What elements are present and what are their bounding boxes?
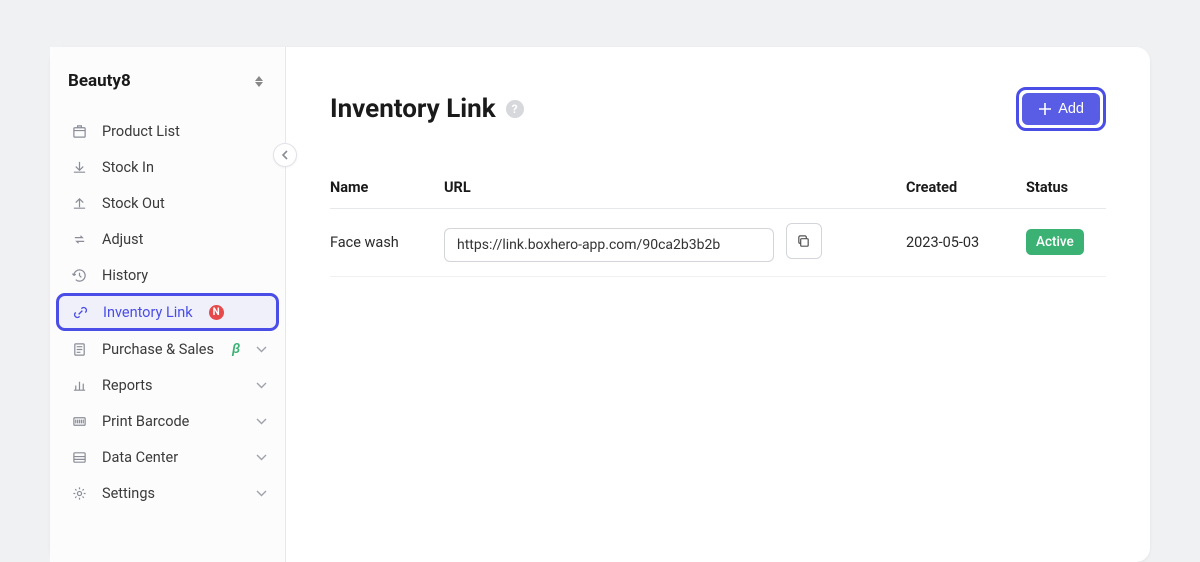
sidebar-item-label: Stock In (102, 159, 154, 176)
page-title-wrap: Inventory Link ? (330, 94, 524, 124)
beta-badge: β (232, 341, 240, 357)
workspace-name: Beauty8 (68, 71, 131, 91)
chevron-down-icon (256, 454, 267, 461)
sidebar-item-label: History (102, 267, 148, 284)
gear-icon (70, 484, 88, 502)
sidebar-item-label: Adjust (102, 231, 143, 248)
add-button-label: Add (1058, 101, 1084, 117)
sidebar-item-print-barcode[interactable]: Print Barcode (50, 403, 285, 439)
status-badge: Active (1026, 229, 1084, 255)
sidebar-item-adjust[interactable]: Adjust (50, 221, 285, 257)
sidebar-item-reports[interactable]: Reports (50, 367, 285, 403)
new-badge: N (209, 305, 224, 320)
link-created-cell: 2023-05-03 (906, 234, 1026, 251)
box-icon (70, 122, 88, 140)
help-icon[interactable]: ? (506, 100, 524, 118)
sidebar-item-data-center[interactable]: Data Center (50, 439, 285, 475)
plus-icon (1038, 102, 1052, 116)
copy-url-button[interactable] (786, 223, 822, 259)
add-button-highlight: Add (1016, 87, 1106, 131)
table-header: Name URL Created Status (330, 167, 1106, 209)
add-button[interactable]: Add (1022, 93, 1100, 125)
workspace-switcher[interactable] (251, 76, 267, 87)
sidebar-item-stock-out[interactable]: Stock Out (50, 185, 285, 221)
sidebar-item-label: Reports (102, 377, 153, 394)
table-row: Face wash 2023-05-03 Active (330, 209, 1106, 277)
sidebar-item-stock-in[interactable]: Stock In (50, 149, 285, 185)
link-url-cell (444, 223, 906, 262)
chevron-down-icon (256, 346, 267, 353)
sidebar-item-settings[interactable]: Settings (50, 475, 285, 511)
inventory-link-table: Name URL Created Status Face wash 2023-0… (330, 167, 1106, 277)
chart-icon (70, 376, 88, 394)
upload-icon (70, 194, 88, 212)
sidebar-item-label: Inventory Link (103, 304, 193, 321)
sidebar-item-label: Data Center (102, 449, 178, 466)
app-window: Beauty8 Product List Stock In (50, 47, 1150, 562)
sidebar-item-label: Stock Out (102, 195, 165, 212)
chevron-down-icon (256, 382, 267, 389)
sidebar-item-label: Product List (102, 123, 180, 140)
collapse-sidebar-button[interactable] (273, 143, 297, 167)
workspace-header: Beauty8 (50, 47, 285, 105)
history-icon (70, 266, 88, 284)
main-content: Inventory Link ? Add Name URL Created St… (286, 47, 1150, 562)
sidebar-item-label: Purchase & Sales (102, 341, 214, 358)
page-title: Inventory Link (330, 94, 496, 124)
link-icon (71, 303, 89, 321)
chevron-down-icon (256, 418, 267, 425)
sidebar-item-purchase-sales[interactable]: Purchase & Sales β (50, 331, 285, 367)
link-name-cell: Face wash (330, 234, 444, 251)
sidebar-item-history[interactable]: History (50, 257, 285, 293)
doc-icon (70, 340, 88, 358)
sidebar-item-product-list[interactable]: Product List (50, 113, 285, 149)
column-header-status: Status (1026, 179, 1106, 196)
barcode-icon (70, 412, 88, 430)
column-header-created: Created (906, 179, 1026, 196)
download-icon (70, 158, 88, 176)
sidebar-item-label: Settings (102, 485, 155, 502)
column-header-url: URL (444, 179, 906, 196)
link-status-cell: Active (1026, 229, 1106, 255)
sidebar: Beauty8 Product List Stock In (50, 47, 286, 562)
sidebar-nav: Product List Stock In Stock Out Adjust (50, 105, 285, 511)
sidebar-item-inventory-link[interactable]: Inventory Link N (56, 293, 279, 331)
chevron-down-icon (256, 490, 267, 497)
link-url-input[interactable] (444, 228, 774, 262)
copy-icon (796, 234, 811, 249)
data-icon (70, 448, 88, 466)
page-header: Inventory Link ? Add (330, 87, 1106, 131)
swap-icon (70, 230, 88, 248)
sidebar-item-label: Print Barcode (102, 413, 189, 430)
column-header-name: Name (330, 179, 444, 196)
